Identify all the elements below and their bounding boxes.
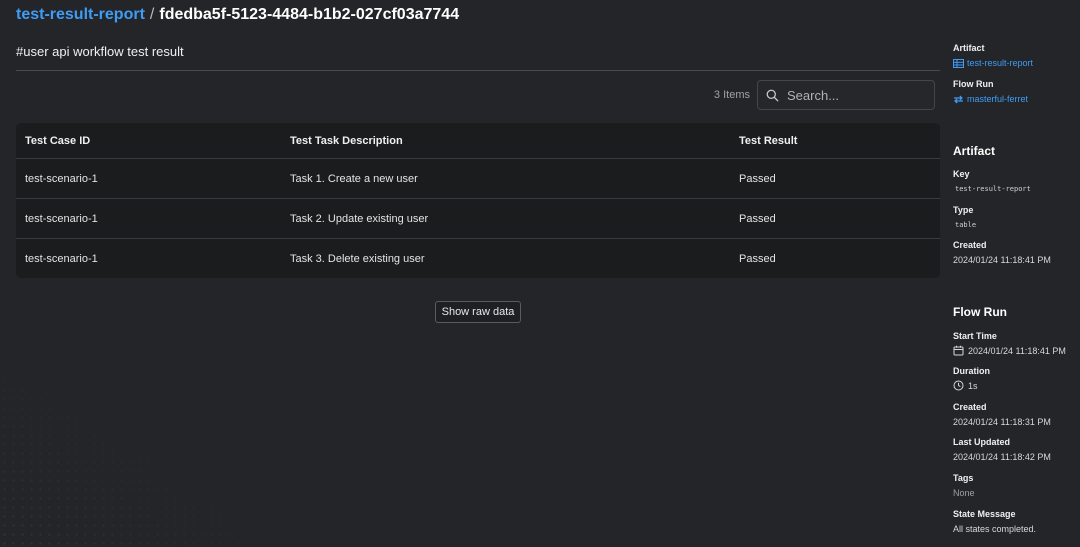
column-header-test-result[interactable]: Test Result [730, 123, 940, 159]
cell-task-description: Task 2. Update existing user [281, 199, 730, 239]
key-value: test-result-report [955, 185, 1031, 193]
flow-run-created-label: Created [953, 402, 987, 412]
page-title: fdedba5f-5123-4484-b1b2-027cf03a7744 [159, 6, 460, 23]
show-raw-data-button[interactable]: Show raw data [435, 301, 521, 323]
type-label: Type [953, 205, 974, 215]
cell-test-case-id: test-scenario-1 [25, 252, 98, 265]
cell-test-result: Passed [730, 199, 940, 239]
artifact-label: Artifact [953, 43, 985, 53]
clock-icon [953, 380, 964, 391]
artifact-description: #user api workflow test result [16, 44, 940, 71]
table-row: test-scenario-1 Task 2. Update existing … [16, 199, 940, 239]
last-updated-label: Last Updated [953, 437, 1011, 447]
type-value: table [955, 221, 977, 229]
flow-run-label: Flow Run [953, 79, 994, 89]
start-time-label: Start Time [953, 331, 997, 341]
flow-run-link-label: masterful-ferret [967, 94, 1029, 104]
cell-test-result: Passed [739, 252, 776, 265]
tags-value: None [953, 488, 975, 498]
key-label: Key [953, 169, 970, 179]
duration-value: 1s [968, 380, 978, 391]
table-header-row: Test Case ID Test Task Description Test … [16, 123, 940, 159]
column-header-test-task-description[interactable]: Test Task Description [281, 123, 730, 159]
cell-task-description: Task 3. Delete existing user [290, 252, 425, 265]
breadcrumb-artifact-link[interactable]: test-result-report [16, 6, 145, 23]
duration-label: Duration [953, 366, 990, 376]
duration-row: 1s [953, 380, 978, 391]
calendar-icon [953, 345, 964, 356]
table-row: test-scenario-1 Task 3. Delete existing … [16, 239, 940, 278]
flow-run-link[interactable]: masterful-ferret [953, 94, 1028, 104]
artifact-section-title: Artifact [953, 144, 996, 158]
last-updated-value: 2024/01/24 11:18:42 PM [953, 452, 1051, 462]
cell-test-case-id: test-scenario-1 [16, 159, 281, 199]
artifact-content: #user api workflow test result 3 Items T… [16, 44, 940, 323]
artifact-link-label: test-result-report [967, 58, 1034, 68]
state-message-value: All states completed. [953, 524, 1037, 534]
table-row: test-scenario-1 Task 1. Create a new use… [16, 159, 940, 199]
table-toolbar: 3 Items [714, 80, 935, 110]
search-icon [766, 89, 779, 101]
item-count: 3 Items [713, 89, 750, 101]
search-input[interactable] [785, 86, 929, 104]
results-table: Test Case ID Test Task Description Test … [16, 123, 940, 278]
cell-task-description: Task 1. Create a new user [281, 159, 730, 199]
start-time-row: 2024/01/24 11:18:41 PM [953, 345, 1066, 356]
artifact-created-value: 2024/01/24 11:18:41 PM [953, 255, 1051, 265]
flow-run-section-title: Flow Run [953, 305, 1007, 319]
tags-label: Tags [953, 473, 974, 483]
table-icon [953, 58, 964, 68]
start-time-value: 2024/01/24 11:18:41 PM [968, 345, 1066, 356]
state-message-label: State Message [953, 509, 1016, 519]
column-header-test-case-id[interactable]: Test Case ID [16, 123, 281, 159]
breadcrumb: test-result-report / fdedba5f-5123-4484-b1… [16, 6, 459, 24]
breadcrumb-separator: / [149, 6, 155, 23]
flow-run-created-value: 2024/01/24 11:18:31 PM [953, 417, 1051, 427]
cell-test-result: Passed [730, 159, 940, 199]
artifact-created-label: Created [953, 240, 987, 250]
cell-test-case-id: test-scenario-1 [16, 199, 281, 239]
artifact-link[interactable]: test-result-report [953, 58, 1033, 68]
background-dot-pattern [0, 377, 240, 547]
flow-run-icon [954, 95, 963, 103]
search-box[interactable] [757, 80, 935, 110]
